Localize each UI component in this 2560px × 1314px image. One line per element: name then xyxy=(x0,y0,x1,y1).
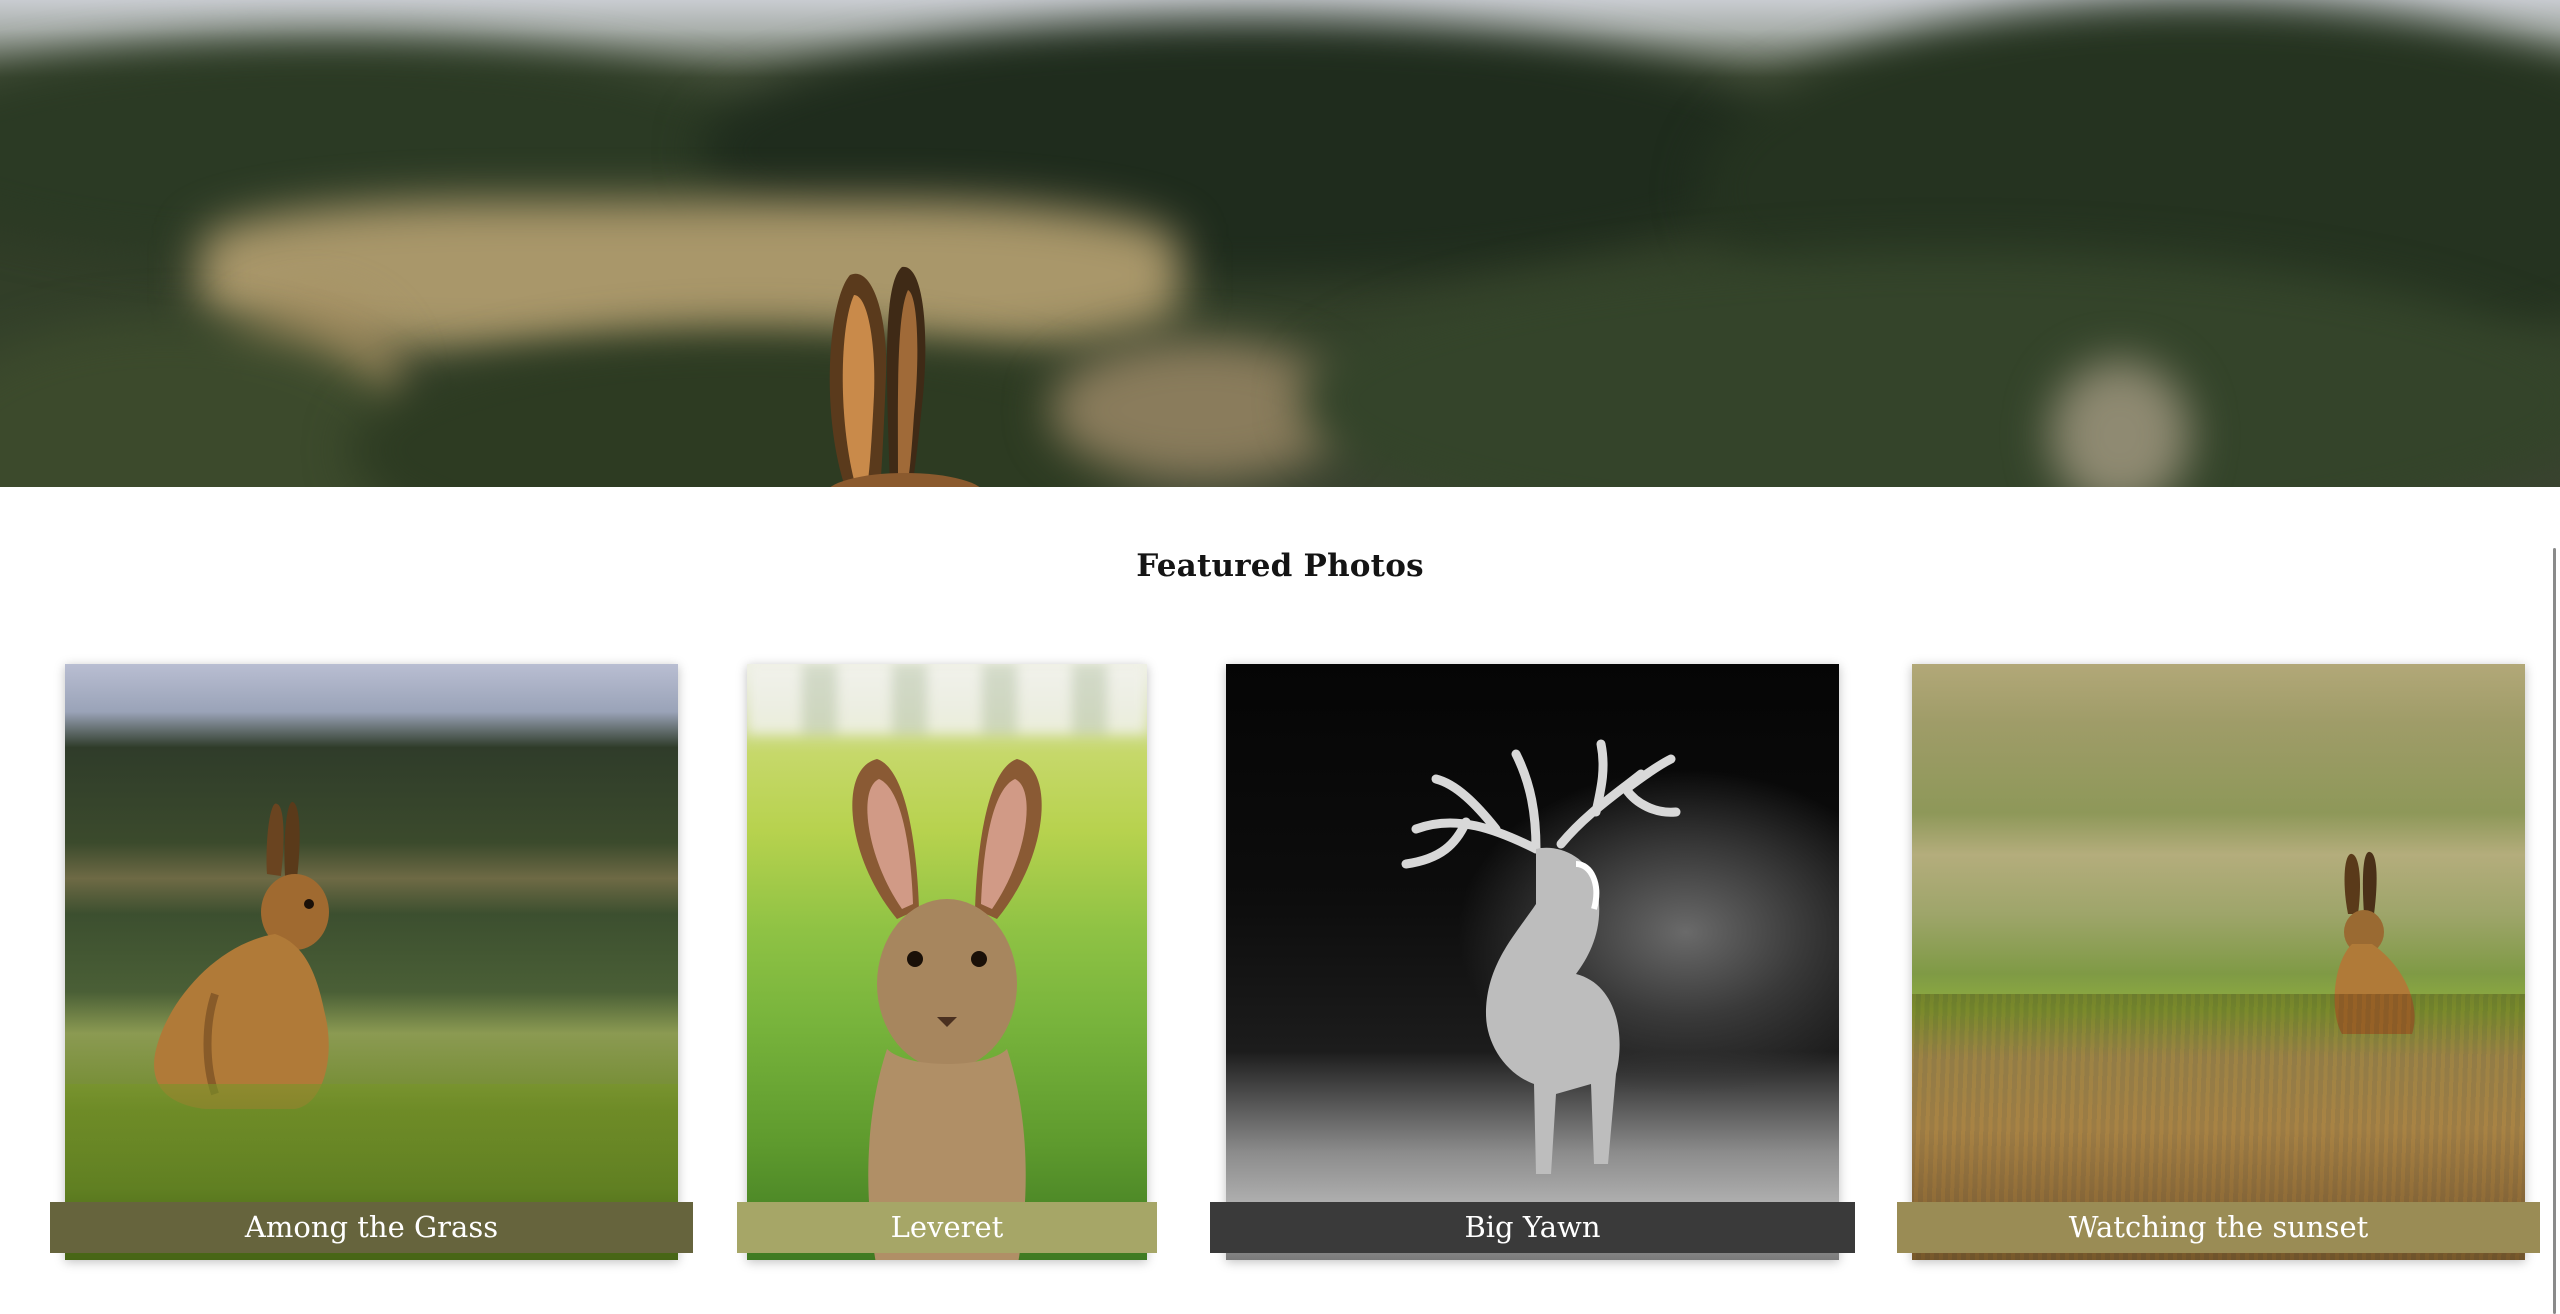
hare-ears-icon xyxy=(829,266,980,487)
photo-card[interactable]: Among the Grass xyxy=(50,664,693,1260)
photo-image[interactable] xyxy=(1226,664,1839,1260)
page-title: Featured Photos xyxy=(1136,548,1424,584)
photo-card[interactable]: Watching the sunset xyxy=(1897,664,2540,1260)
stag-icon xyxy=(1401,739,1681,1174)
photo-card[interactable]: Leveret xyxy=(737,664,1157,1260)
photo-card[interactable]: Big Yawn xyxy=(1210,664,1855,1260)
scrollbar[interactable] xyxy=(2553,548,2556,1314)
photo-caption[interactable]: Big Yawn xyxy=(1210,1202,1855,1253)
photo-image[interactable] xyxy=(65,664,678,1260)
photo-image[interactable] xyxy=(1912,664,2525,1260)
hero-banner xyxy=(0,0,2560,487)
hare-icon xyxy=(852,759,1042,1260)
photo-caption[interactable]: Among the Grass xyxy=(50,1202,693,1253)
photo-caption[interactable]: Watching the sunset xyxy=(1897,1202,2540,1253)
hare-icon xyxy=(154,801,329,1109)
photo-image[interactable] xyxy=(747,664,1147,1260)
photo-caption[interactable]: Leveret xyxy=(737,1202,1157,1253)
